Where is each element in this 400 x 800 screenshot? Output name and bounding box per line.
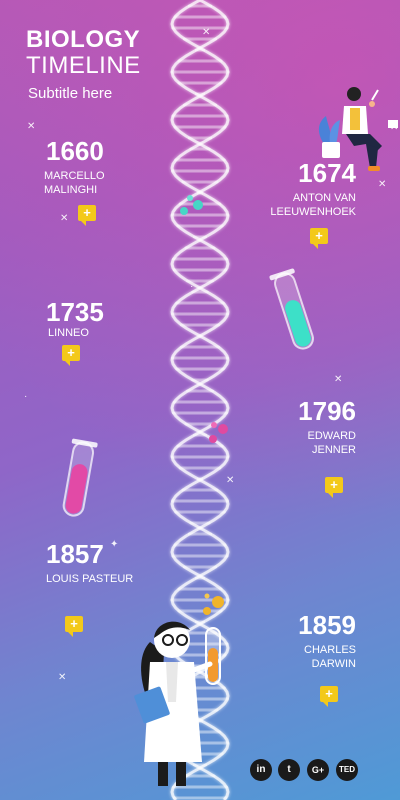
test-tube-illustration bbox=[269, 268, 314, 350]
ted-icon[interactable]: TED bbox=[336, 759, 358, 781]
linkedin-icon[interactable]: in bbox=[250, 759, 272, 781]
twitter-icon[interactable]: t bbox=[278, 759, 300, 781]
scientist-illustration bbox=[134, 621, 221, 786]
scientist-illustration bbox=[318, 87, 398, 171]
infographic-canvas: BIOLOGY TIMELINE Subtitle here 1660 MARC… bbox=[0, 0, 400, 800]
googleplus-icon[interactable]: G+ bbox=[307, 759, 329, 781]
test-tube-illustration bbox=[62, 438, 98, 517]
